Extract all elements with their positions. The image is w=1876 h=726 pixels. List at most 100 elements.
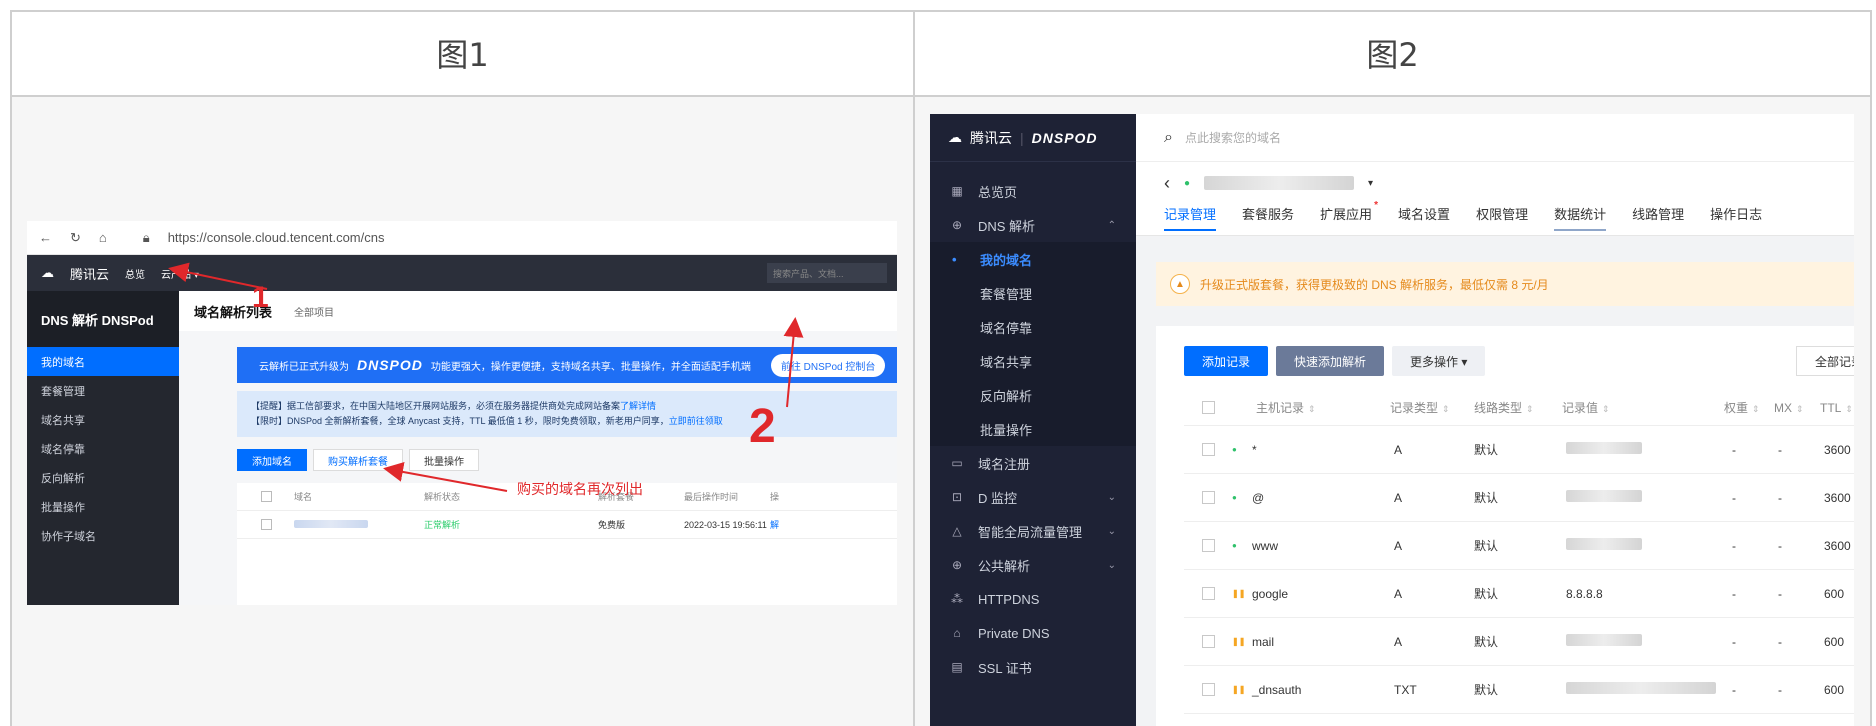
value-blurred xyxy=(1566,490,1642,502)
more-actions-dropdown[interactable]: 更多操作 ▾ xyxy=(1392,346,1486,376)
col-ttl[interactable]: TTL ⇕ xyxy=(1820,401,1853,415)
col-label: 记录类型 xyxy=(1390,401,1439,415)
type-cell: A xyxy=(1394,634,1403,649)
line-cell: 默认 xyxy=(1474,539,1499,553)
subnav-parking[interactable]: 域名停靠 xyxy=(930,310,1136,344)
nav-label: 总览页 xyxy=(978,184,1018,200)
weight-cell: - xyxy=(1732,490,1736,505)
col-value[interactable]: 记录值 ⇕ xyxy=(1562,399,1610,416)
tab-domain-settings[interactable]: 域名设置 xyxy=(1398,204,1450,229)
type-cell: A xyxy=(1394,538,1403,553)
back-chevron-icon[interactable]: ‹ xyxy=(1164,173,1170,194)
host-cell: _dnsauth xyxy=(1252,682,1302,697)
mx-cell: - xyxy=(1778,442,1782,457)
building-icon: ⌂ xyxy=(953,626,961,640)
domain-search[interactable]: ⌕ 点此搜索您的域名 xyxy=(1136,114,1854,162)
weight-cell: - xyxy=(1732,538,1736,553)
table-row: ● @ A 默认 - - 3600 xyxy=(1184,474,1854,522)
mx-cell: - xyxy=(1778,682,1782,697)
domain-dropdown-icon[interactable]: ▾ xyxy=(1368,178,1373,189)
weight-cell: - xyxy=(1732,442,1736,457)
logo-divider: | xyxy=(1020,129,1024,146)
subnav-batch[interactable]: 批量操作 xyxy=(930,412,1136,446)
col-type[interactable]: 记录类型 ⇕ xyxy=(1390,399,1450,416)
col-line[interactable]: 线路类型 ⇕ xyxy=(1474,399,1534,416)
table-row: ● * A 默认 - - 3600 xyxy=(1184,426,1854,474)
mx-cell: - xyxy=(1778,634,1782,649)
header-fig1: 图1 xyxy=(436,36,489,74)
mx-cell: - xyxy=(1778,490,1782,505)
paused-icon: ❚❚ xyxy=(1232,637,1246,646)
warning-text[interactable]: 升级正式版套餐，获得更极致的 DNS 解析服务，最低仅需 8 元/月 xyxy=(1200,276,1549,293)
nav-httpdns[interactable]: ⁂ HTTPDNS xyxy=(930,582,1136,616)
line-cell: 默认 xyxy=(1474,491,1499,505)
subnav-reverse[interactable]: 反向解析 xyxy=(930,378,1136,412)
line-cell: 默认 xyxy=(1474,683,1499,697)
nav-label: HTTPDNS xyxy=(978,591,1040,607)
row-checkbox[interactable] xyxy=(1202,587,1215,600)
brand-name: 腾讯云 xyxy=(970,129,1012,146)
sort-icon: ⇕ xyxy=(1752,404,1760,414)
fig2-main: ⌕ 点此搜索您的域名 ‹ ● ▾ 记录管理 套餐服务 扩展应用 * 域名设置 权限… xyxy=(1136,114,1854,726)
subnav-my-domains[interactable]: 我的域名 xyxy=(930,242,1136,276)
sort-icon: ⇕ xyxy=(1308,404,1316,414)
nav-private-dns[interactable]: ⌂ Private DNS xyxy=(930,616,1136,650)
col-mx[interactable]: MX ⇕ xyxy=(1774,401,1804,415)
nav-ssl[interactable]: ▤ SSL 证书 xyxy=(930,650,1136,684)
subnav-plans[interactable]: 套餐管理 xyxy=(930,276,1136,310)
tab-logs[interactable]: 操作日志 xyxy=(1710,204,1762,229)
value-cell: 8.8.8.8 xyxy=(1566,586,1603,601)
col-label: 主机记录 xyxy=(1256,401,1305,415)
card-icon: ▭ xyxy=(951,456,963,470)
quick-add-button[interactable]: 快速添加解析 xyxy=(1276,346,1385,376)
subnav-sharing[interactable]: 域名共享 xyxy=(930,344,1136,378)
select-all-checkbox[interactable] xyxy=(1202,401,1215,414)
weight-cell: - xyxy=(1732,682,1736,697)
nav-label: Private DNS xyxy=(978,625,1050,641)
nav-d-monitor[interactable]: ⊡ D 监控 ⌄ xyxy=(930,480,1136,514)
tab-permissions[interactable]: 权限管理 xyxy=(1476,204,1528,229)
domain-name-blurred xyxy=(1204,176,1355,190)
tab-statistics[interactable]: 数据统计 xyxy=(1554,204,1607,231)
sort-icon: ⇕ xyxy=(1602,404,1610,414)
add-record-button[interactable]: 添加记录 xyxy=(1184,346,1269,376)
host-cell: @ xyxy=(1252,490,1265,505)
nav-public-dns[interactable]: ⊕ 公共解析 ⌄ xyxy=(930,548,1136,582)
col-weight[interactable]: 权重 ⇕ xyxy=(1724,399,1760,416)
row-checkbox[interactable] xyxy=(1202,491,1215,504)
value-blurred xyxy=(1566,682,1716,694)
row-checkbox[interactable] xyxy=(1202,539,1215,552)
nav-overview[interactable]: ▦ 总览页 xyxy=(930,174,1136,208)
nav-dns[interactable]: ⊕ DNS 解析 ⌃ xyxy=(930,208,1136,242)
weight-cell: - xyxy=(1732,586,1736,601)
tab-extensions[interactable]: 扩展应用 * xyxy=(1320,200,1378,229)
header-fig2: 图2 xyxy=(1366,36,1419,74)
type-cell: A xyxy=(1394,442,1403,457)
network-icon: ⁂ xyxy=(951,592,963,606)
value-cell xyxy=(1566,682,1716,697)
nav-domain-register[interactable]: ▭ 域名注册 xyxy=(930,446,1136,480)
row-checkbox[interactable] xyxy=(1202,683,1215,696)
fig2-logo: ☁ 腾讯云 | DNSPOD xyxy=(930,114,1136,162)
sort-icon: ⇕ xyxy=(1796,403,1804,414)
globe-icon: ⊕ xyxy=(951,558,963,572)
grid-icon: ▦ xyxy=(951,184,963,198)
tab-records[interactable]: 记录管理 xyxy=(1164,204,1217,231)
col-label: 记录值 xyxy=(1562,401,1599,415)
ttl-cell: 600 xyxy=(1824,586,1845,601)
col-label: TTL xyxy=(1820,400,1842,415)
new-dot-icon: * xyxy=(1374,200,1379,211)
chevron-down-icon: ⌄ xyxy=(1107,491,1116,503)
tab-plans[interactable]: 套餐服务 xyxy=(1242,204,1294,229)
row-checkbox[interactable] xyxy=(1202,443,1215,456)
type-cell: TXT xyxy=(1394,682,1417,697)
nav-traffic[interactable]: △ 智能全局流量管理 ⌄ xyxy=(930,514,1136,548)
tab-lines[interactable]: 线路管理 xyxy=(1632,204,1684,229)
all-records-filter[interactable]: 全部记录 xyxy=(1796,346,1854,376)
ttl-cell: 600 xyxy=(1824,682,1845,697)
rocket-icon: ▲ xyxy=(1170,274,1190,294)
search-icon: ⌕ xyxy=(1164,128,1173,146)
row-checkbox[interactable] xyxy=(1202,635,1215,648)
dnspod-logo: DNSPOD xyxy=(1031,129,1098,146)
col-host[interactable]: 主机记录 ⇕ xyxy=(1256,399,1316,416)
